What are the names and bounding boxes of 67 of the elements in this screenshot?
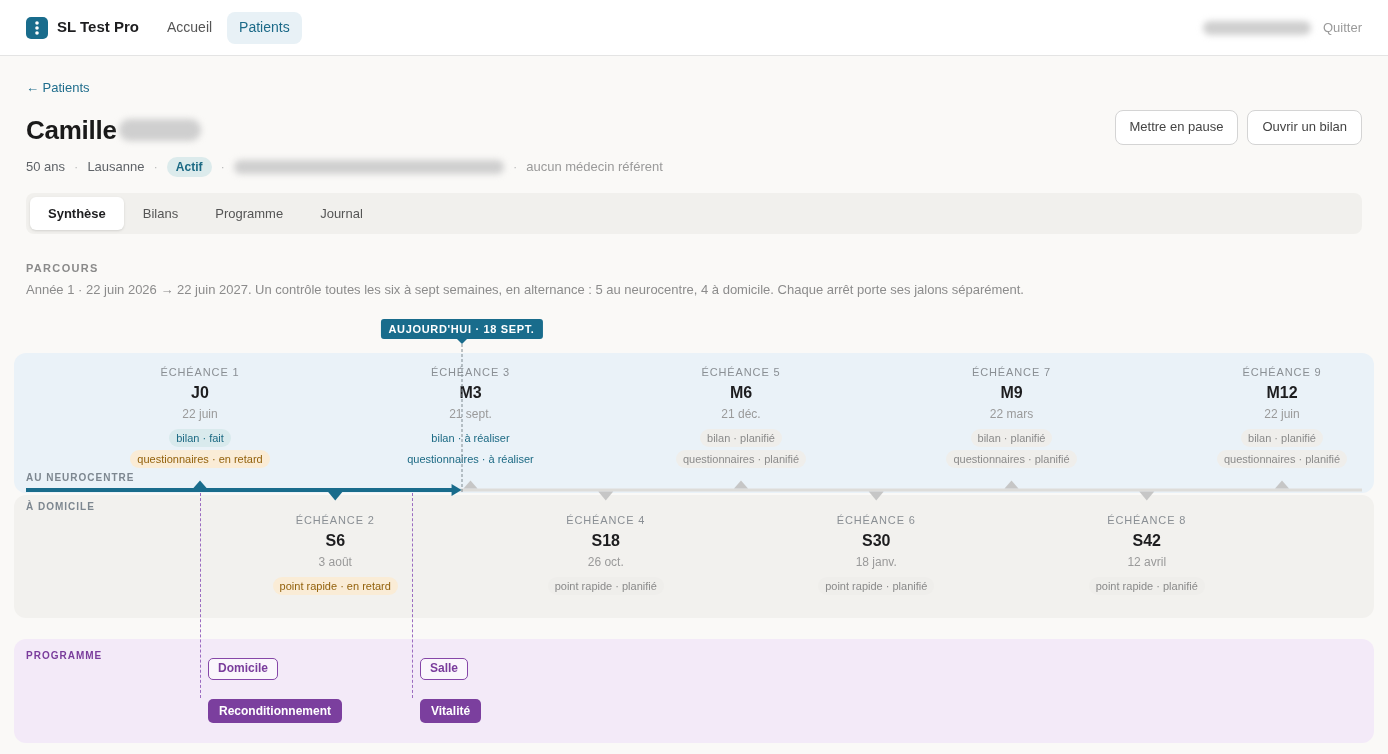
separator: · — [153, 158, 158, 177]
tab[interactable]: Programme — [197, 197, 302, 230]
patient-name: Camille — [26, 114, 117, 146]
separator: · — [512, 158, 518, 177]
action-button[interactable]: Mettre en pause — [1114, 109, 1239, 145]
milestone-code: M9 — [1000, 383, 1023, 403]
milestone-code: M6 — [729, 383, 753, 403]
milestone-date: 12 avril — [1127, 554, 1167, 570]
section-title: PARCOURS — [26, 261, 100, 275]
task-status: bilan · fait — [169, 429, 231, 447]
milestone-code: J0 — [191, 383, 209, 403]
milestone-code: M3 — [459, 383, 482, 403]
task-status: questionnaires · en retard — [130, 450, 270, 468]
app-name: SL Test Pro — [57, 17, 139, 38]
back-link[interactable]: ← Patients — [26, 80, 90, 96]
task-status: questionnaires · planifié — [675, 450, 807, 468]
milestone-date: 26 oct. — [587, 554, 624, 570]
task-status: bilan · planifié — [700, 429, 782, 447]
section-description: Année 1 · 22 juin 2026 → 22 juin 2027. Un contrôle toutes les six à sept semaines, en alternance : 5 au neurocentre, 4 à domicile. Chaque arrêt porte ses jalons séparément. — [26, 282, 1025, 298]
milestone-step: ÉCHÉANCE 4 — [566, 513, 646, 527]
milestone-step: ÉCHÉANCE 8 — [1107, 513, 1187, 527]
milestone-code: S42 — [1132, 531, 1161, 551]
milestone-code: S30 — [862, 531, 891, 551]
patient-detail: 50 ans — [26, 158, 66, 177]
task-status: questionnaires · à réaliser — [406, 452, 535, 467]
lane-label: AU NEUROCENTRE — [26, 472, 136, 484]
milestone-step: ÉCHÉANCE 2 — [295, 513, 375, 527]
task-status: bilan · planifié — [1241, 429, 1323, 447]
milestone-date: 18 janv. — [855, 554, 897, 570]
milestone-step: ÉCHÉANCE 6 — [836, 513, 916, 527]
logo-icon — [26, 16, 48, 39]
task-status: point rapide · en retard — [272, 577, 398, 595]
milestone-date: 21 déc. — [721, 406, 761, 422]
milestone-code: M12 — [1266, 383, 1298, 403]
patient-detail: Lausanne — [87, 158, 145, 177]
milestone-step: ÉCHÉANCE 1 — [160, 365, 240, 379]
nav-link[interactable]: Accueil — [154, 11, 225, 44]
location-tag: Domicile — [208, 658, 278, 680]
milestone-step: ÉCHÉANCE 7 — [971, 365, 1052, 379]
task-status: questionnaires · planifié — [1216, 450, 1348, 468]
lane-label: À DOMICILE — [26, 501, 96, 513]
milestone-date: 22 mars — [989, 406, 1034, 422]
programme-label: PROGRAMME — [26, 650, 103, 662]
milestone-code: S6 — [325, 531, 346, 551]
separator: · — [74, 158, 79, 177]
milestone-date: 3 août — [318, 554, 352, 570]
separator: · — [220, 158, 225, 177]
referrer-text: aucun médecin référent — [526, 158, 663, 177]
milestone-date: 21 sept. — [449, 406, 492, 422]
milestone-step: ÉCHÉANCE 5 — [701, 365, 781, 379]
program-tag: Vitalité — [420, 699, 482, 723]
milestone-step: ÉCHÉANCE 3 — [430, 365, 511, 379]
task-status: bilan · planifié — [970, 429, 1053, 447]
action-button[interactable]: Ouvrir un bilan — [1247, 109, 1362, 145]
milestone-code: S18 — [591, 531, 620, 551]
program-tag: Reconditionnement — [208, 699, 342, 723]
tab[interactable]: Bilans — [124, 197, 197, 230]
location-tag: Salle — [420, 658, 469, 680]
task-status: bilan · à réaliser — [430, 431, 511, 446]
task-status: questionnaires · planifié — [946, 450, 1077, 468]
status-badge: Actif — [166, 157, 212, 177]
tab[interactable]: Synthèse — [30, 197, 124, 230]
nav-link[interactable]: Patients — [227, 11, 302, 44]
milestone-step: ÉCHÉANCE 9 — [1242, 365, 1322, 379]
milestone-date: 22 juin — [182, 406, 218, 422]
tab[interactable]: Journal — [302, 197, 381, 230]
milestone-date: 22 juin — [1264, 406, 1300, 422]
